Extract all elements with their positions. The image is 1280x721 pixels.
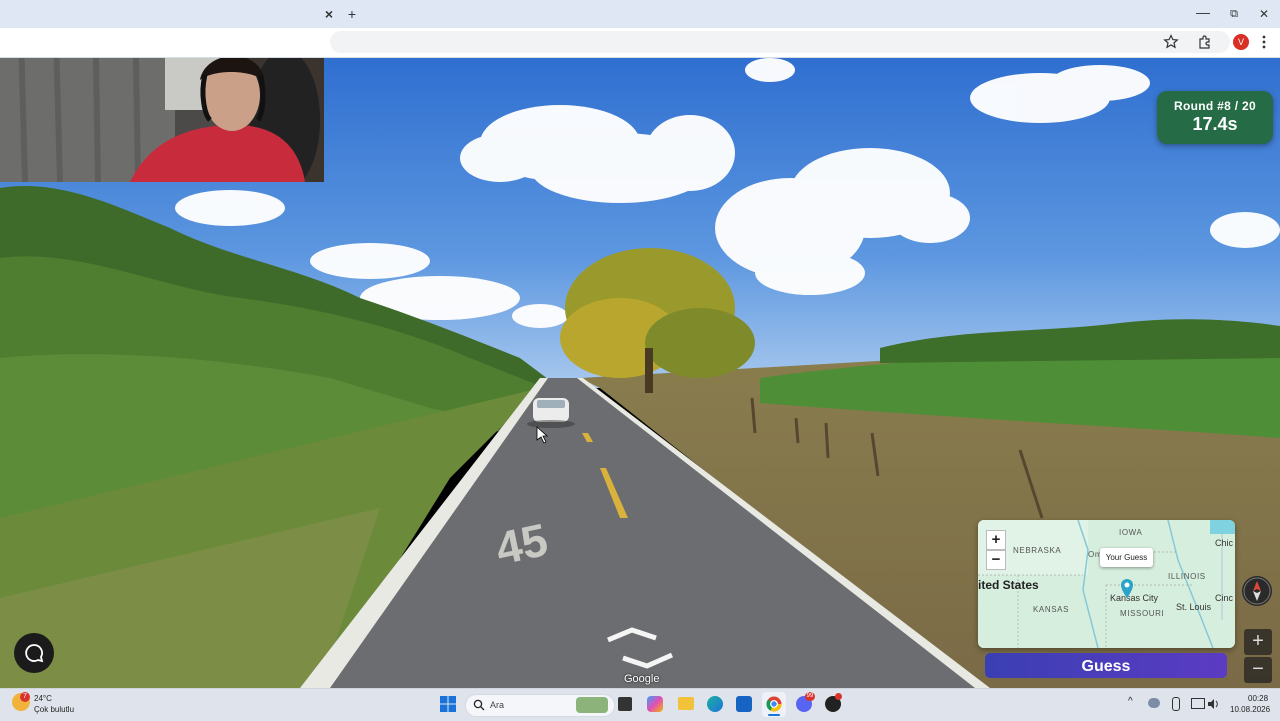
search-icon xyxy=(473,699,485,711)
task-view-icon[interactable] xyxy=(618,697,632,711)
chrome-icon xyxy=(766,696,782,712)
chrome-taskbar-button[interactable] xyxy=(762,692,786,717)
map-label-iowa: IOWA xyxy=(1119,528,1143,537)
microphone-icon[interactable] xyxy=(1172,697,1180,711)
map-label-missouri: MISSOURI xyxy=(1120,609,1165,618)
map-label-kansas: KANSAS xyxy=(1033,605,1070,614)
google-watermark: Google xyxy=(624,673,660,685)
chat-button[interactable] xyxy=(14,633,54,673)
windows-taskbar: 7 24°C Çok bulutlu Ara 99 ^ 00:28 10.08.… xyxy=(0,688,1280,721)
new-tab-button[interactable]: + xyxy=(343,0,361,28)
windows-start-icon[interactable] xyxy=(440,696,456,712)
weather-badge: 7 xyxy=(20,692,30,702)
street-zoom-in-button[interactable]: + xyxy=(1244,629,1272,655)
search-highlight-icon xyxy=(576,697,608,713)
map-label-st-louis: St. Louis xyxy=(1176,602,1212,612)
edge-icon[interactable] xyxy=(707,696,723,712)
road-marking-text: 45 xyxy=(491,513,552,575)
address-bar[interactable] xyxy=(330,31,1230,53)
volume-icon[interactable] xyxy=(1207,697,1219,709)
maximize-button[interactable]: ⧉ xyxy=(1224,0,1244,28)
star-icon[interactable] xyxy=(1163,34,1179,50)
guess-tooltip: Your Guess xyxy=(1100,548,1153,567)
minimize-button[interactable]: — xyxy=(1193,0,1213,26)
tray-overflow-icon[interactable]: ^ xyxy=(1128,696,1133,707)
browser-toolbar: V xyxy=(0,28,1280,58)
map-label-chicago: Chic xyxy=(1215,538,1234,548)
weather-desc[interactable]: Çok bulutlu xyxy=(34,705,74,714)
display-icon[interactable] xyxy=(1191,698,1205,709)
map-label-illinois: ILLINOIS xyxy=(1168,572,1206,581)
extensions-icon[interactable] xyxy=(1197,34,1213,50)
map-label-cincinnati: Cinc xyxy=(1215,593,1234,603)
close-tab-icon[interactable]: × xyxy=(320,0,338,28)
taskbar-search[interactable]: Ara xyxy=(465,694,615,717)
map-pin-icon[interactable] xyxy=(1119,578,1135,600)
map-label-country: ited States xyxy=(978,578,1039,592)
map-label-nebraska: NEBRASKA xyxy=(1013,546,1062,555)
browser-tab-bar: × + — ⧉ ✕ xyxy=(0,0,1280,28)
cloud-icon[interactable] xyxy=(1148,698,1160,708)
minimap-zoom-in[interactable]: + xyxy=(986,530,1006,550)
discord-badge: 99 xyxy=(805,692,815,701)
round-counter: Round #8 / 20 xyxy=(1174,99,1256,113)
copilot-icon[interactable] xyxy=(647,696,663,712)
chat-icon xyxy=(25,644,44,663)
guess-minimap[interactable]: + − IOWA NEBRASKA Om ILLINOIS KANSAS MIS… xyxy=(978,520,1235,648)
file-explorer-icon[interactable] xyxy=(678,697,694,710)
clock-date[interactable]: 10.08.2026 xyxy=(1230,705,1270,714)
active-indicator xyxy=(768,714,780,716)
round-timer-panel: Round #8 / 20 17.4s xyxy=(1157,91,1273,144)
store-icon[interactable] xyxy=(736,696,752,712)
avatar[interactable]: V xyxy=(1233,34,1249,50)
street-zoom-out-button[interactable]: − xyxy=(1244,657,1272,683)
clock-time[interactable]: 00:28 xyxy=(1248,694,1268,703)
weather-temp[interactable]: 24°C xyxy=(34,694,52,703)
search-placeholder: Ara xyxy=(490,700,505,710)
menu-icon[interactable] xyxy=(1258,34,1270,50)
close-window-button[interactable]: ✕ xyxy=(1254,0,1274,28)
webcam-overlay xyxy=(0,58,324,182)
obs-badge-icon xyxy=(835,693,842,700)
compass-icon[interactable] xyxy=(1242,576,1272,606)
minimap-zoom-out[interactable]: − xyxy=(986,550,1006,570)
countdown-timer: 17.4s xyxy=(1192,114,1238,134)
guess-button[interactable]: Guess xyxy=(985,653,1227,678)
